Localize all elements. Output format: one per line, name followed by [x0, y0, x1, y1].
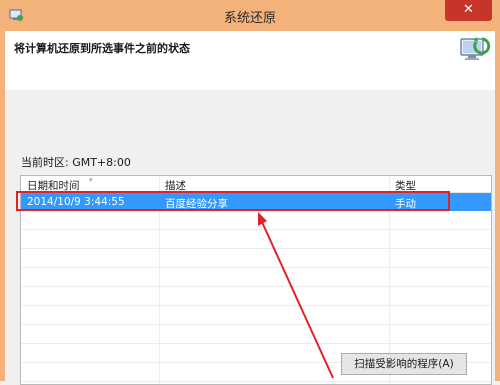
empty-row — [21, 306, 491, 325]
header-title: 将计算机还原到所选事件之前的状态 — [14, 42, 190, 55]
close-button[interactable]: ✕ — [445, 0, 492, 21]
empty-row — [21, 211, 491, 230]
window-title: 系统还原 — [223, 11, 276, 26]
title-bar: 系统还原 ✕ — [0, 0, 500, 32]
sort-indicator-icon: ▾ — [89, 176, 93, 184]
timezone-label: 当前时区: GMT+8:00 — [21, 156, 131, 169]
empty-row — [21, 325, 491, 344]
empty-row — [21, 287, 491, 306]
wizard-header: 将计算机还原到所选事件之前的状态 — [5, 31, 495, 91]
empty-row — [21, 230, 491, 249]
empty-row — [21, 268, 491, 287]
annotation-highlight-box — [16, 191, 450, 211]
wizard-content: 当前时区: GMT+8:00 日期和时间 ▾ 描述 类型 2014/10/9 3… — [5, 90, 495, 385]
window-border-right — [495, 31, 500, 381]
empty-row — [21, 249, 491, 268]
scan-affected-programs-button[interactable]: 扫描受影响的程序(A) — [341, 353, 467, 375]
system-restore-icon — [460, 37, 491, 60]
